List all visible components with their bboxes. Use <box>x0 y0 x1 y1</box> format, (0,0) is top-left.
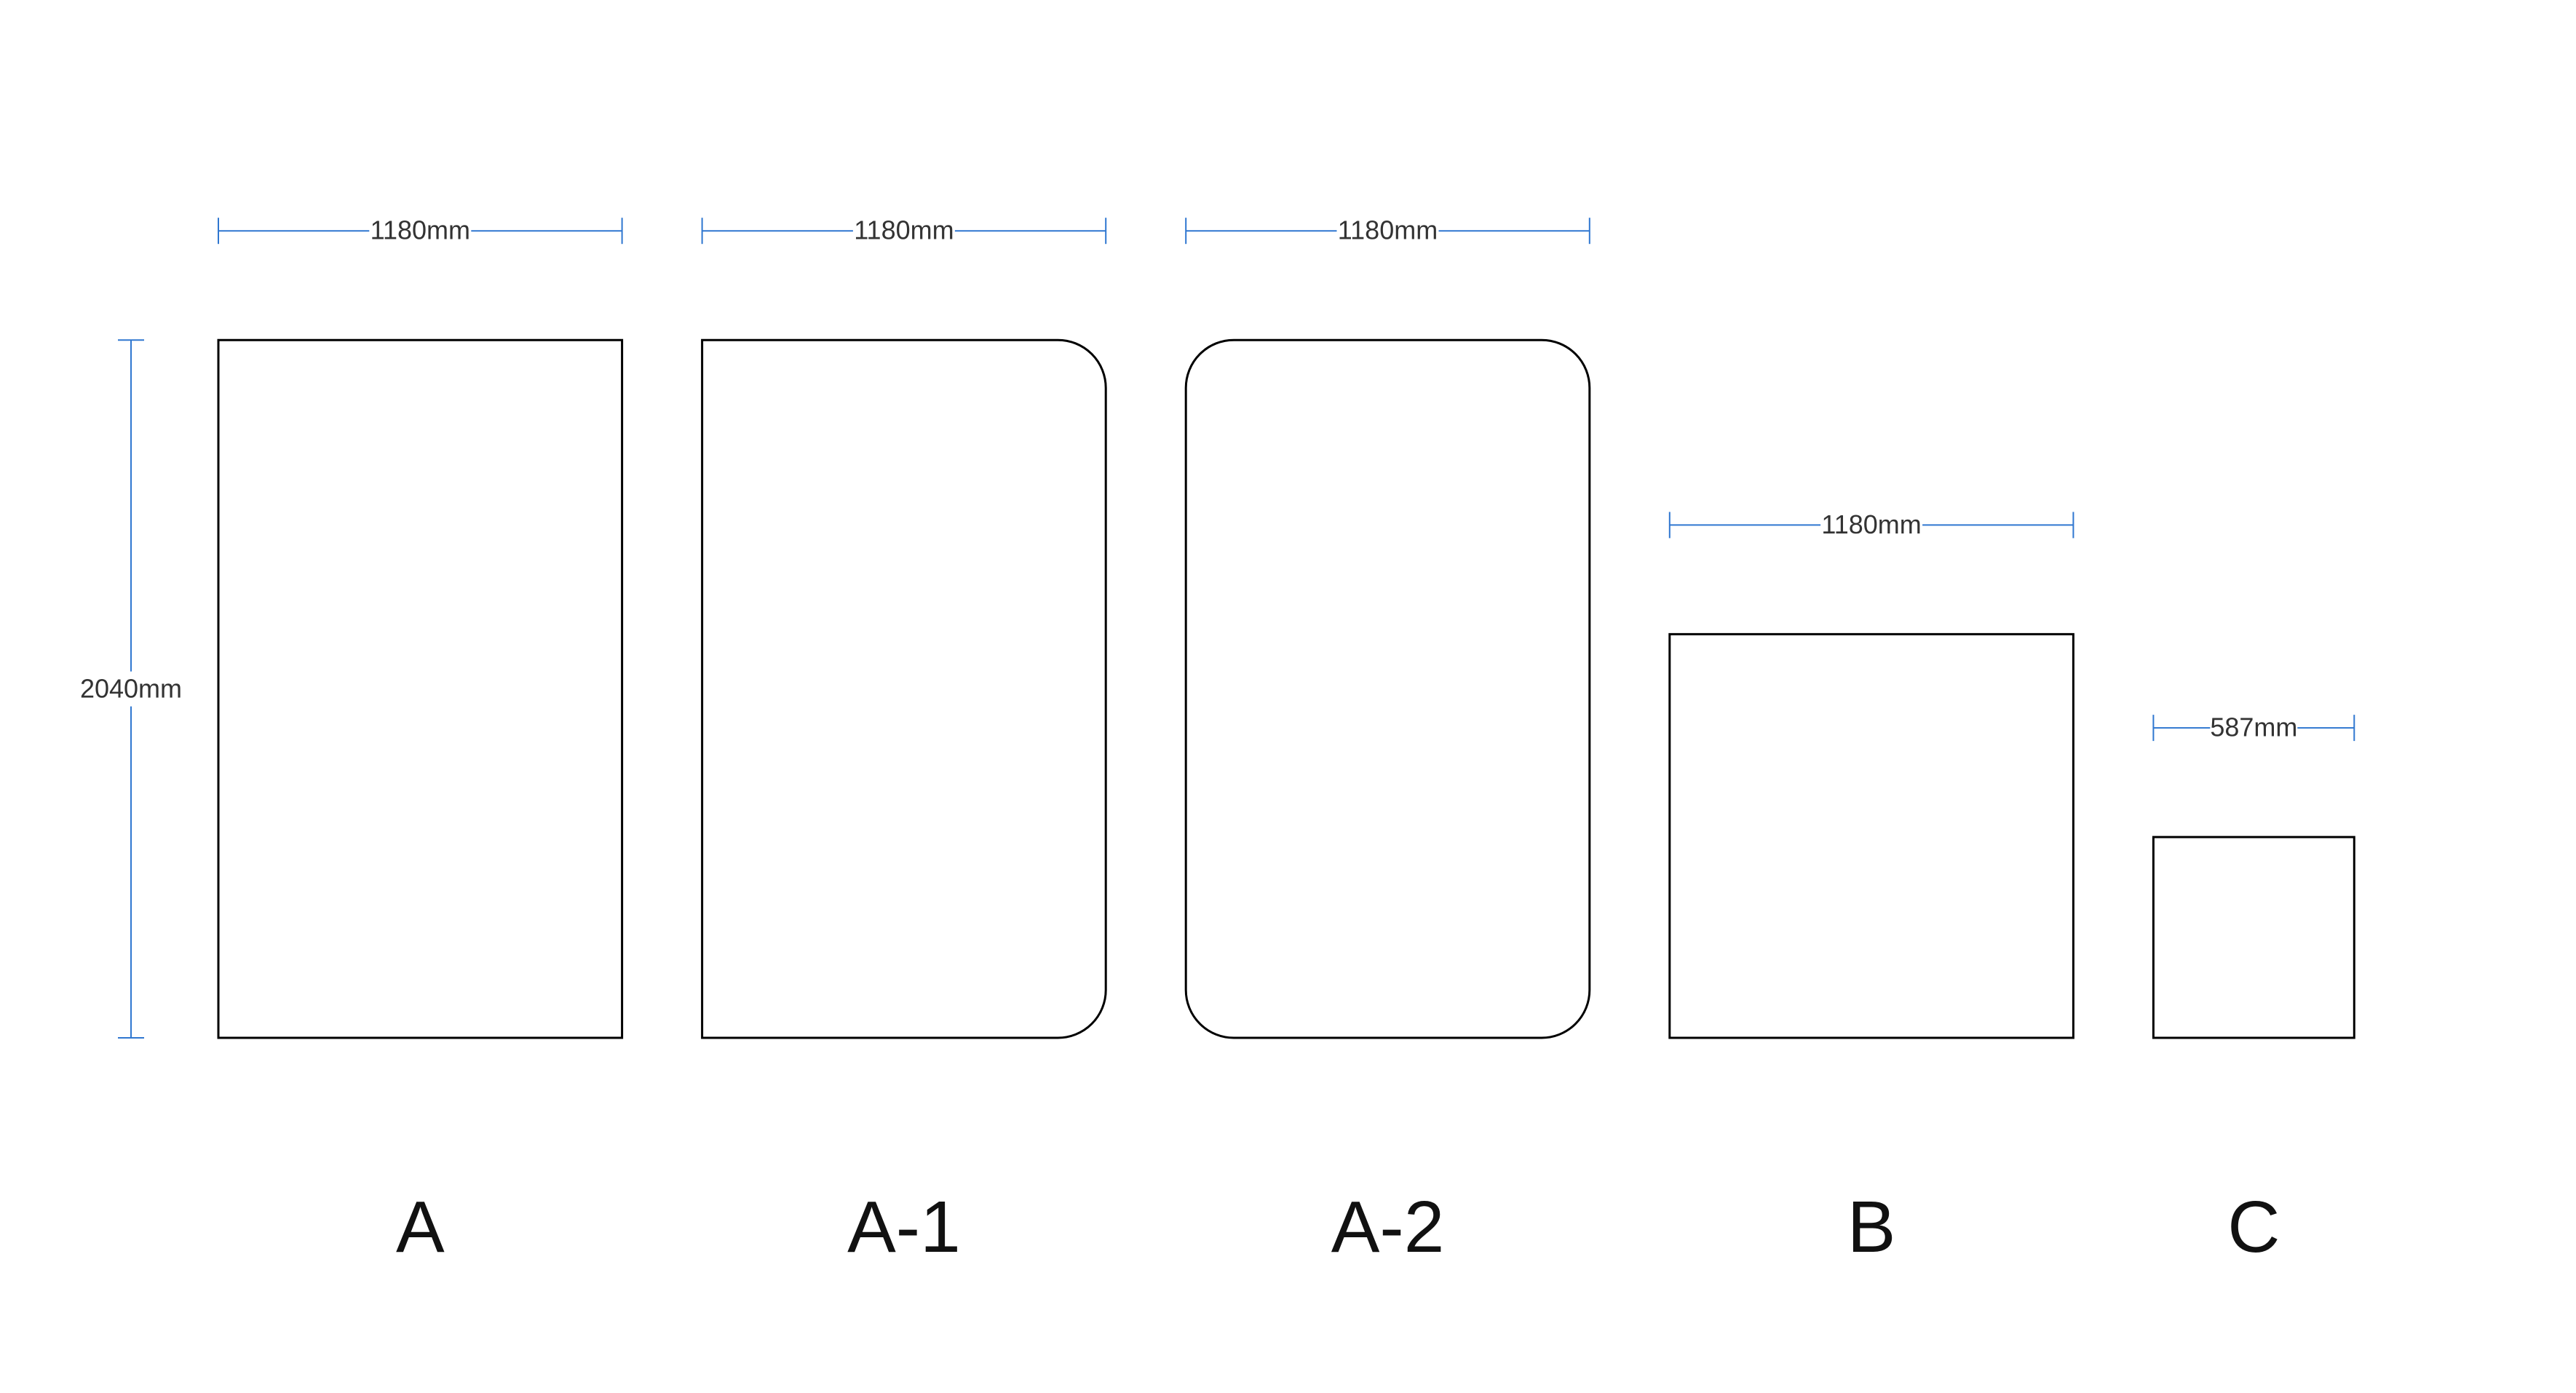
panel-label-b: B <box>1847 1186 1896 1268</box>
diagram-canvas: 1180mm A 1180mm A-1 1180mm A-2 1180mm B 587mm C 20… <box>0 0 2576 1389</box>
panel-label-a-1: A-1 <box>847 1186 961 1268</box>
panel-label-c: C <box>2227 1186 2280 1268</box>
dim-width-c-label: 587mm <box>2210 713 2297 742</box>
panel-label-a: A <box>396 1186 445 1268</box>
dim-width-a-2-label: 1180mm <box>1338 215 1438 245</box>
dim-width-a-1-label: 1180mm <box>854 215 954 245</box>
panel-a-1 <box>702 340 1106 1038</box>
dim-height-label: 2040mm <box>80 674 182 704</box>
panel-c <box>2153 837 2354 1038</box>
panel-b <box>1670 634 2074 1038</box>
panel-label-a-2: A-2 <box>1331 1186 1445 1268</box>
dim-width-a-label: 1180mm <box>370 215 470 245</box>
diagram-svg: 1180mm A 1180mm A-1 1180mm A-2 1180mm B 587mm C 20… <box>0 0 2576 1389</box>
dim-width-b-label: 1180mm <box>1821 509 1921 539</box>
panel-a <box>218 340 622 1038</box>
panel-a-2 <box>1186 340 1590 1038</box>
